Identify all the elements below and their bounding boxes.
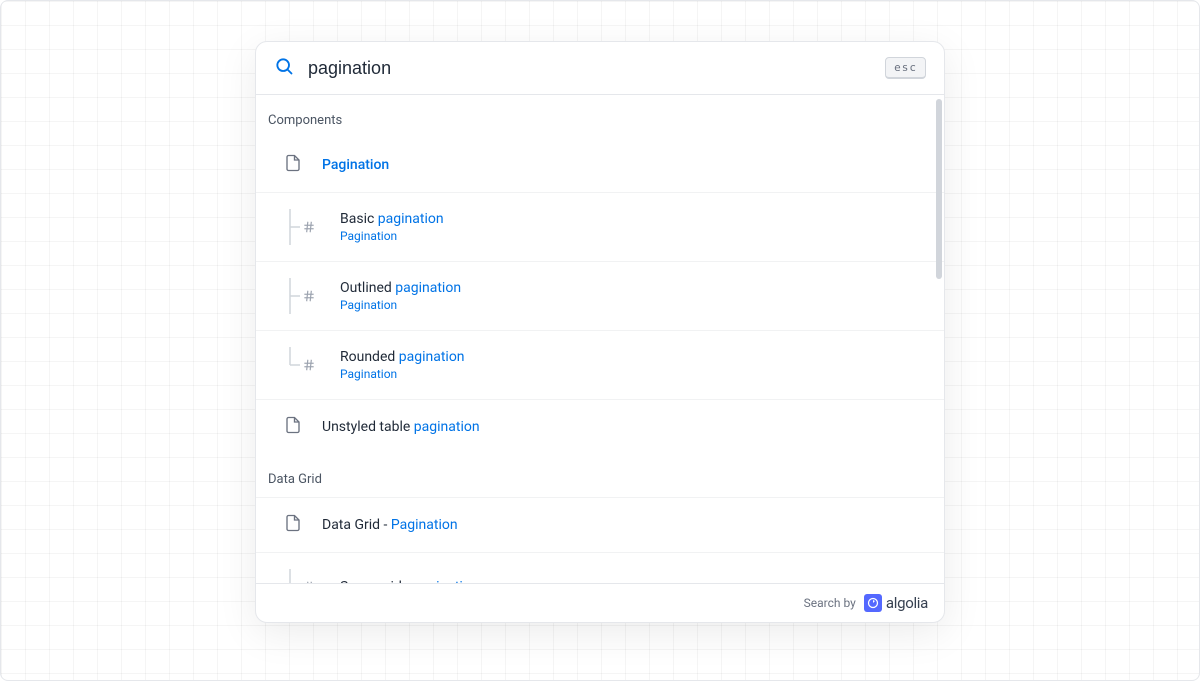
tree-branch-icon (284, 278, 320, 314)
search-input[interactable] (308, 58, 871, 79)
result-content: Outlined pagination Pagination (340, 280, 461, 312)
result-breadcrumb: Pagination (340, 229, 444, 243)
search-result-basic-pagination[interactable]: Basic pagination Pagination (256, 192, 944, 261)
result-content: Server-side pagination (340, 579, 479, 583)
tree-branch-last-icon (284, 569, 320, 583)
result-title: Server-side pagination (340, 579, 479, 583)
result-content: Rounded pagination Pagination (340, 349, 465, 381)
result-content: Data Grid - Pagination (322, 517, 458, 533)
search-result-rounded-pagination[interactable]: Rounded pagination Pagination (256, 330, 944, 399)
algolia-logo-icon (864, 594, 882, 612)
result-title: Pagination (322, 157, 389, 173)
result-title: Basic pagination (340, 211, 444, 227)
page-icon (284, 514, 302, 536)
escape-key-button[interactable]: esc (885, 57, 926, 79)
result-title: Rounded pagination (340, 349, 465, 365)
search-result-pagination[interactable]: Pagination (256, 138, 944, 192)
page-background: esc Components Pagination (0, 0, 1200, 681)
result-title: Outlined pagination (340, 280, 461, 296)
search-result-outlined-pagination[interactable]: Outlined pagination Pagination (256, 261, 944, 330)
search-icon (274, 56, 294, 80)
tree-branch-last-icon (284, 347, 320, 383)
search-header: esc (256, 42, 944, 95)
result-breadcrumb: Pagination (340, 298, 461, 312)
page-icon (284, 154, 302, 176)
section-header-data-grid: Data Grid (256, 454, 944, 497)
search-results-body: Components Pagination (256, 95, 944, 583)
result-content: Pagination (322, 157, 389, 173)
search-modal: esc Components Pagination (255, 41, 945, 623)
algolia-logo-text: algolia (886, 594, 928, 612)
search-result-unstyled-table-pagination[interactable]: Unstyled table pagination (256, 399, 944, 454)
section-header-components: Components (256, 95, 944, 138)
search-result-server-side-pagination[interactable]: Server-side pagination (256, 552, 944, 583)
search-result-data-grid-pagination[interactable]: Data Grid - Pagination (256, 497, 944, 552)
result-content: Unstyled table pagination (322, 419, 480, 435)
result-title: Data Grid - Pagination (322, 517, 458, 533)
search-by-label: Search by (804, 596, 856, 610)
search-footer: Search by algolia (256, 583, 944, 622)
result-breadcrumb: Pagination (340, 367, 465, 381)
result-content: Basic pagination Pagination (340, 211, 444, 243)
page-icon (284, 416, 302, 438)
tree-branch-icon (284, 209, 320, 245)
algolia-logo[interactable]: algolia (864, 594, 928, 612)
scrollbar-thumb[interactable] (936, 99, 942, 279)
result-title: Unstyled table pagination (322, 419, 480, 435)
